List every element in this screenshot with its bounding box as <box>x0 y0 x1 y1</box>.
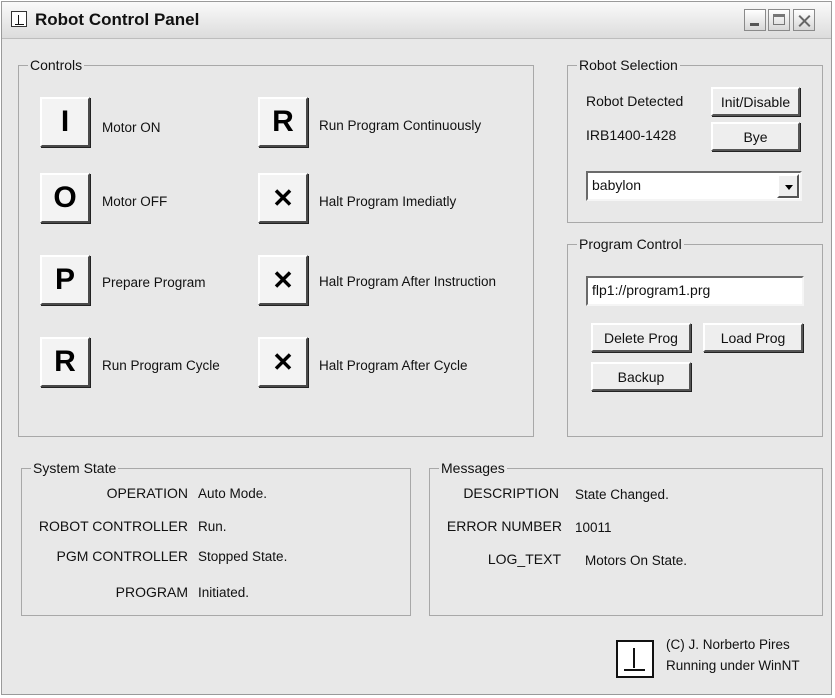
log-text-value: Motors On State. <box>585 553 688 568</box>
run-program-continuously-button[interactable]: R <box>258 97 308 147</box>
delete-prog-button[interactable]: Delete Prog <box>591 323 691 352</box>
halt-after-instruction-label: Halt Program After Instruction <box>319 274 497 289</box>
load-prog-button[interactable]: Load Prog <box>703 323 803 352</box>
halt-x-icon: ✕ <box>272 182 294 213</box>
halt-program-imediatly-label: Halt Program Imediatly <box>319 194 457 209</box>
robot-controller-value: Run. <box>198 519 227 534</box>
maximize-button[interactable] <box>768 9 790 31</box>
chevron-down-icon[interactable] <box>777 174 799 198</box>
host-combobox-value: babylon <box>592 177 642 193</box>
motor-on-button[interactable]: I <box>40 97 90 147</box>
halt-program-imediatly-button[interactable]: ✕ <box>258 173 308 223</box>
window-title: Robot Control Panel <box>35 10 200 29</box>
halt-x-icon: ✕ <box>272 346 294 377</box>
copyright-label: (C) J. Norberto Pires <box>666 637 790 652</box>
messages-group-label: Messages <box>439 460 507 476</box>
run-program-continuously-label: Run Program Continuously <box>319 118 482 133</box>
bye-button[interactable]: Bye <box>711 122 800 151</box>
halt-after-cycle-button[interactable]: ✕ <box>258 337 308 387</box>
motor-off-label: Motor OFF <box>102 194 168 209</box>
os-label: Running under WinNT <box>666 658 800 673</box>
operation-key: OPERATION <box>106 485 188 501</box>
title-bar[interactable]: Robot Control Panel <box>2 2 831 39</box>
controls-group-label: Controls <box>28 57 85 73</box>
program-control-group-label: Program Control <box>577 236 684 252</box>
program-path-value: flp1://program1.prg <box>592 282 711 298</box>
halt-after-cycle-label: Halt Program After Cycle <box>319 358 468 373</box>
prepare-program-button[interactable]: P <box>40 255 90 305</box>
close-button[interactable] <box>793 9 815 31</box>
host-combobox[interactable]: babylon <box>586 171 802 201</box>
motor-on-glyph: I <box>60 105 70 138</box>
log-text-key: LOG_TEXT <box>487 551 561 567</box>
description-key: DESCRIPTION <box>463 485 559 501</box>
robot-logo-icon <box>616 640 654 678</box>
program-path-input[interactable]: flp1://program1.prg <box>586 276 804 306</box>
halt-after-instruction-button[interactable]: ✕ <box>258 255 308 305</box>
error-number-value: 10011 <box>575 520 612 535</box>
robot-control-panel-window: Robot Control Panel Controls I Motor ON … <box>1 1 832 695</box>
run-program-cycle-label: Run Program Cycle <box>102 358 220 373</box>
minimize-button[interactable] <box>744 9 766 31</box>
pgm-controller-key: PGM CONTROLLER <box>56 548 188 564</box>
robot-selection-group-label: Robot Selection <box>577 57 680 73</box>
halt-x-icon: ✕ <box>272 264 294 295</box>
run-program-cycle-glyph: R <box>54 345 76 378</box>
robot-detected-label: Robot Detected <box>586 93 684 109</box>
init-disable-button[interactable]: Init/Disable <box>711 87 800 116</box>
motor-off-glyph: O <box>53 181 77 214</box>
system-state-group-label: System State <box>31 460 119 476</box>
motor-off-button[interactable]: O <box>40 173 90 223</box>
operation-value: Auto Mode. <box>198 486 268 501</box>
backup-button[interactable]: Backup <box>591 362 691 391</box>
prepare-program-glyph: P <box>54 263 75 296</box>
app-icon <box>11 11 27 27</box>
program-key: PROGRAM <box>115 584 188 600</box>
motor-on-label: Motor ON <box>102 120 161 135</box>
description-value: State Changed. <box>575 487 669 502</box>
program-value: Initiated. <box>198 585 250 600</box>
prepare-program-label: Prepare Program <box>102 275 206 290</box>
run-program-cycle-button[interactable]: R <box>40 337 90 387</box>
pgm-controller-value: Stopped State. <box>198 549 288 564</box>
error-number-key: ERROR NUMBER <box>446 518 562 534</box>
robot-id-label: IRB1400-1428 <box>586 127 677 143</box>
robot-controller-key: ROBOT CONTROLLER <box>38 518 188 534</box>
run-program-continuously-glyph: R <box>272 105 294 138</box>
